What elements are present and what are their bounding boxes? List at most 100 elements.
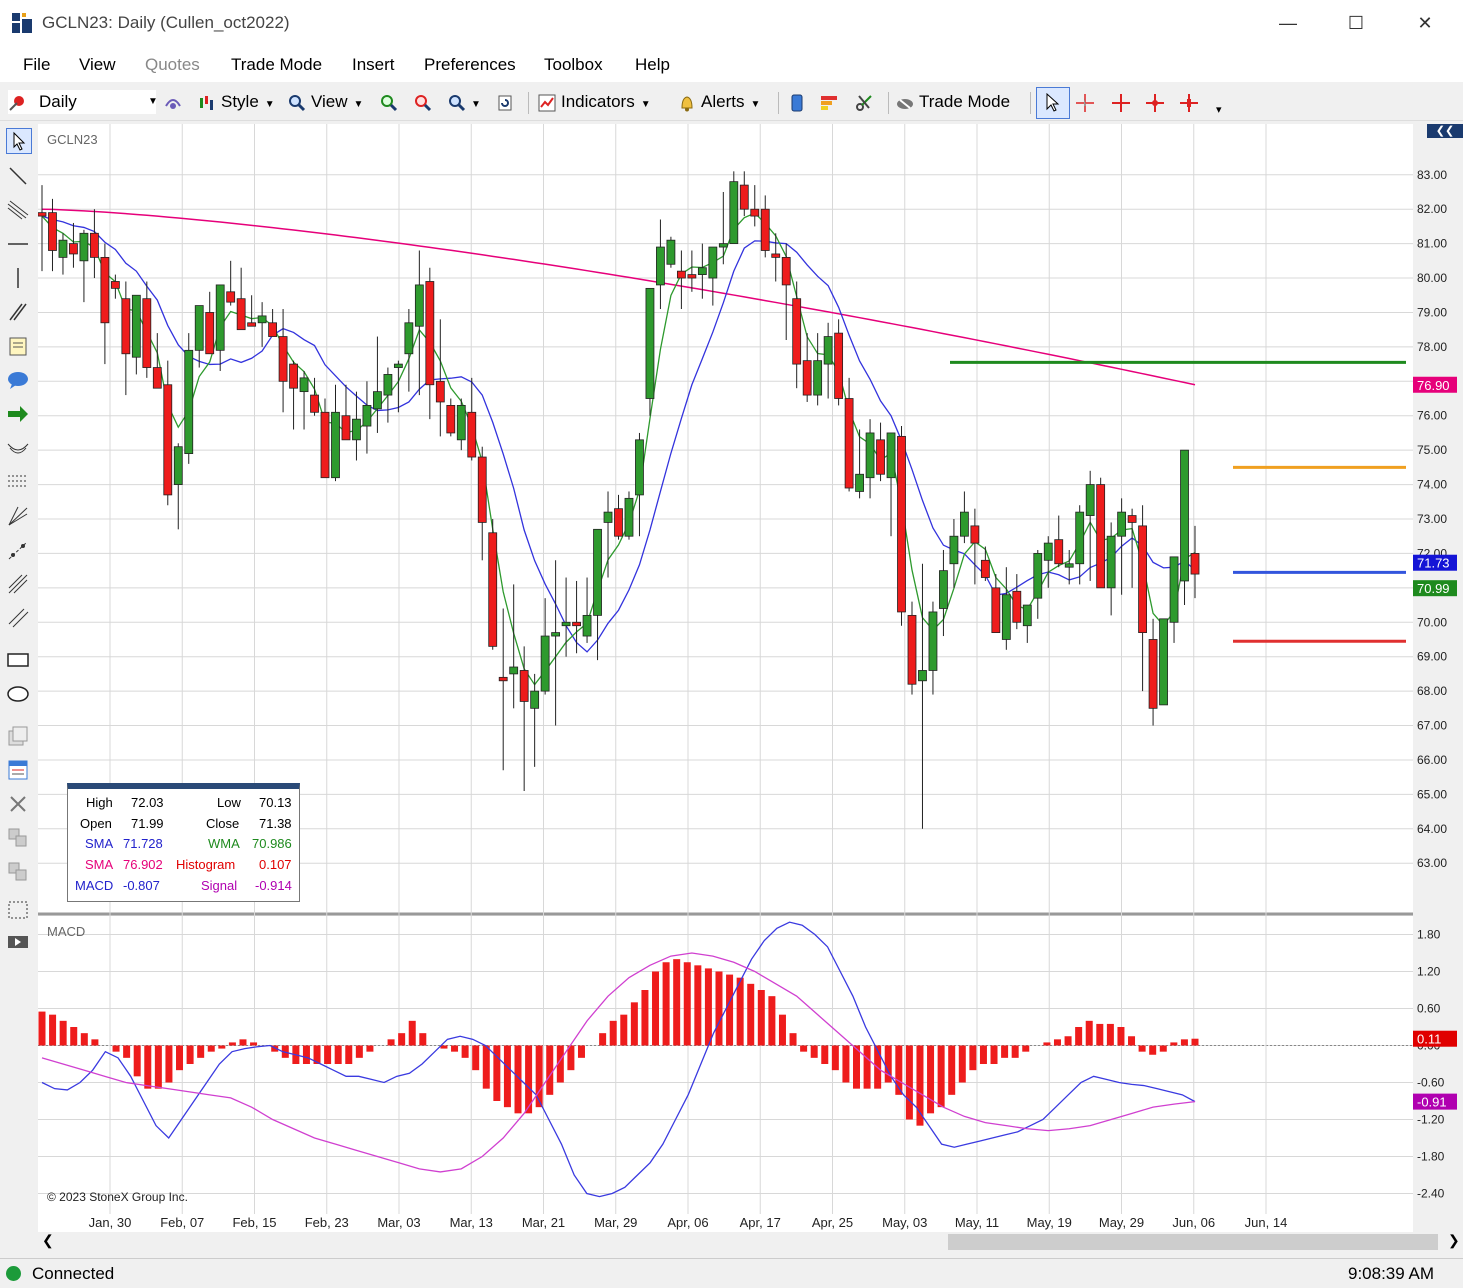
ellipse-tool-icon[interactable] [6,682,30,706]
collapse-axis-icon[interactable]: ❮❮ [1427,124,1463,138]
maximize-button[interactable]: ☐ [1336,8,1376,38]
macd-histogram-bar [863,1045,871,1089]
trade-mode-button[interactable]: Trade Mode [896,90,1010,114]
cycles-tool-icon[interactable] [6,606,30,630]
macd-histogram-bar [630,1002,638,1046]
menu-help[interactable]: Help [635,55,670,75]
macd-histogram-bar [419,1033,427,1046]
horizontal-line-tool-icon[interactable] [6,232,30,256]
candle-up [383,374,393,396]
candle-down [907,614,917,685]
candle-down [268,322,278,337]
comment-tool-icon[interactable] [6,368,30,392]
interval-select[interactable]: Daily ▼ [8,90,158,114]
minimize-button[interactable]: — [1268,8,1308,38]
candle-up [960,511,969,537]
menu-view[interactable]: View [79,55,116,75]
view-menu[interactable]: View ▼ [288,90,363,114]
rectangle-tool-icon[interactable] [6,648,30,672]
scroll-left-icon[interactable]: ❮ [42,1232,54,1249]
candle-up [635,439,644,496]
refresh-button[interactable] [496,90,519,114]
gann-tool-icon[interactable] [6,538,30,562]
price-axis[interactable]: 83.0082.0081.0080.0079.0078.0077.0076.00… [1413,124,1463,1254]
properties-tool-icon[interactable] [6,758,30,782]
macd-histogram-bar [503,1045,511,1108]
macd-histogram-bar [937,1045,945,1108]
candle-up [708,246,718,279]
vertical-line-tool-icon[interactable] [6,266,30,290]
connection-status-icon [6,1266,21,1281]
scroll-right-icon[interactable]: ❯ [1448,1232,1460,1249]
menu-insert[interactable]: Insert [352,55,395,75]
close-button[interactable]: ✕ [1405,8,1445,38]
candle-down [69,243,78,255]
macd-badge: -0.91 [1417,1095,1447,1110]
horizontal-scrollbar[interactable]: ❮ ❯ [38,1232,1463,1252]
fan-tool-icon[interactable] [6,504,30,528]
chevron-down-icon: ▼ [353,99,364,110]
layers-tool-icon[interactable] [6,826,30,850]
macd-tick-label: -2.40 [1417,1187,1445,1201]
pointer-tool-button[interactable] [1036,87,1070,119]
expand-panel-icon[interactable] [6,934,30,950]
price-chart[interactable]: Jan, 30 Feb, 07 Feb, 15 Feb, 23 Mar, 03 Mar, … [37,124,1413,1232]
crosshair-bar-button[interactable] [1180,90,1203,114]
macd-histogram-bar [1149,1045,1157,1055]
trendline-tool-icon[interactable] [6,164,30,188]
chart-area[interactable]: Jan, 30 Feb, 07 Feb, 15 Feb, 23 Mar, 03 Mar, … [37,124,1413,1254]
macd-histogram-bar [302,1045,310,1064]
macd-histogram-bar [1075,1027,1083,1046]
toolbar-overflow-icon[interactable]: ▾ [1216,98,1222,122]
style-menu[interactable]: Style ▼ [198,90,275,114]
refresh-icon [498,95,512,111]
zoom-menu[interactable]: ▼ [448,90,481,114]
select-tool-icon[interactable] [6,128,32,154]
candle-down [467,411,477,458]
candle-down [121,298,131,355]
channel-tool-icon[interactable] [6,198,30,222]
macd-histogram-bar [652,971,660,1046]
arrow-tool-icon[interactable] [6,402,30,426]
parallel-lines-tool-icon[interactable] [6,300,30,324]
close-value: 71.38 [259,816,292,831]
sma-short-label: SMA [85,836,114,851]
candle-up [697,267,707,275]
crosshair-tool-button[interactable] [1076,90,1099,114]
menu-quotes[interactable]: Quotes [145,55,200,75]
tools-button[interactable] [855,90,878,114]
phone-button[interactable] [788,90,811,114]
select-area-tool-icon[interactable] [6,898,30,922]
copy-tool-icon[interactable] [6,724,30,748]
menu-preferences[interactable]: Preferences [424,55,516,75]
menu-toolbox[interactable]: Toolbox [544,55,603,75]
alerts-menu[interactable]: Alerts ▼ [678,90,760,114]
arc-tool-icon[interactable] [6,436,30,460]
layers-2-tool-icon[interactable] [6,860,30,884]
macd-histogram-bar [948,1045,956,1095]
draw-button[interactable] [164,90,187,114]
indicators-menu[interactable]: Indicators ▼ [538,90,651,114]
crosshair-red-button[interactable] [1112,90,1135,114]
signal-icon [165,98,181,109]
candle-up [1043,542,1053,561]
x-tick-label: Apr, 06 [667,1215,708,1230]
crosshair-dot-button[interactable] [1146,90,1169,114]
delete-tool-icon[interactable] [6,792,30,816]
phone-icon [791,94,803,112]
macd-histogram-bar [1170,1042,1178,1046]
menu-file[interactable]: File [23,55,50,75]
macd-histogram-bar [1096,1023,1104,1046]
macd-histogram-bar [49,1014,57,1046]
low-value: 70.13 [259,795,292,810]
colors-button[interactable] [820,90,843,114]
note-tool-icon[interactable] [6,334,30,358]
zoom-in-button[interactable] [380,90,403,114]
candle-up [393,363,403,368]
pitchfork-tool-icon[interactable] [6,572,30,596]
zoom-out-button[interactable] [414,90,437,114]
menu-trade-mode[interactable]: Trade Mode [231,55,322,75]
candle-up [823,336,833,365]
fib-levels-tool-icon[interactable] [6,470,30,494]
scroll-thumb[interactable] [948,1234,1438,1250]
